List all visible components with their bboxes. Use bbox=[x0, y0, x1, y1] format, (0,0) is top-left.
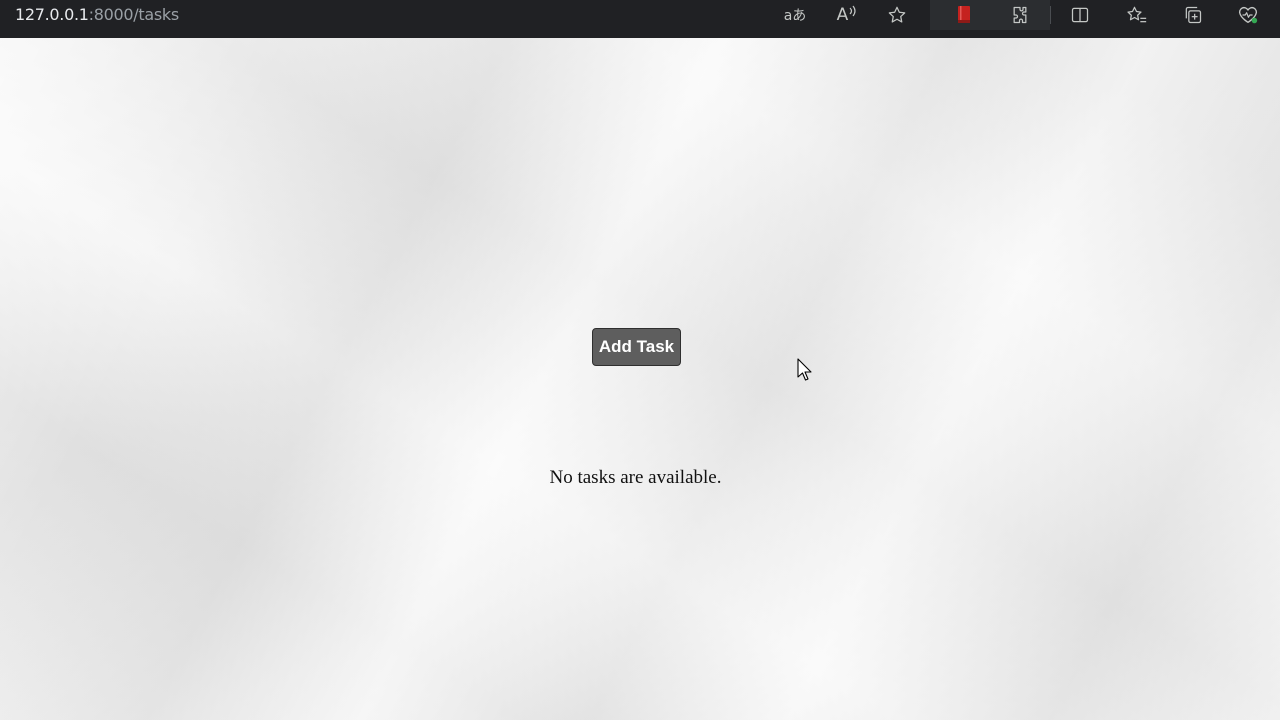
read-aloud-waves-icon bbox=[849, 5, 856, 17]
toolbar-divider bbox=[1050, 6, 1051, 24]
page-background bbox=[0, 38, 1280, 720]
collections-icon[interactable] bbox=[1181, 3, 1205, 27]
mouse-cursor-icon bbox=[797, 358, 812, 381]
extensions-icon[interactable] bbox=[1008, 3, 1032, 27]
translate-icon[interactable]: aあ bbox=[783, 3, 807, 27]
read-aloud-icon-glyph: A bbox=[836, 5, 849, 25]
extensions-area bbox=[930, 0, 1050, 30]
reading-list-icon[interactable] bbox=[952, 3, 976, 27]
favorite-star-icon[interactable] bbox=[885, 3, 909, 27]
add-task-button[interactable]: Add Task bbox=[592, 328, 681, 366]
read-aloud-icon[interactable]: A bbox=[835, 3, 859, 27]
address-bar[interactable]: 127.0.0.1:8000/tasks bbox=[15, 0, 179, 30]
browser-toolbar: 127.0.0.1:8000/tasks aあ A bbox=[0, 0, 1280, 38]
favorites-icon[interactable] bbox=[1125, 3, 1149, 27]
url-path: :8000/tasks bbox=[88, 5, 180, 24]
translate-icon-glyph: aあ bbox=[783, 8, 807, 24]
url-host: 127.0.0.1 bbox=[15, 5, 89, 24]
empty-tasks-message: No tasks are available. bbox=[549, 467, 722, 488]
split-screen-icon[interactable] bbox=[1068, 3, 1092, 27]
browser-essentials-icon[interactable] bbox=[1236, 3, 1260, 27]
